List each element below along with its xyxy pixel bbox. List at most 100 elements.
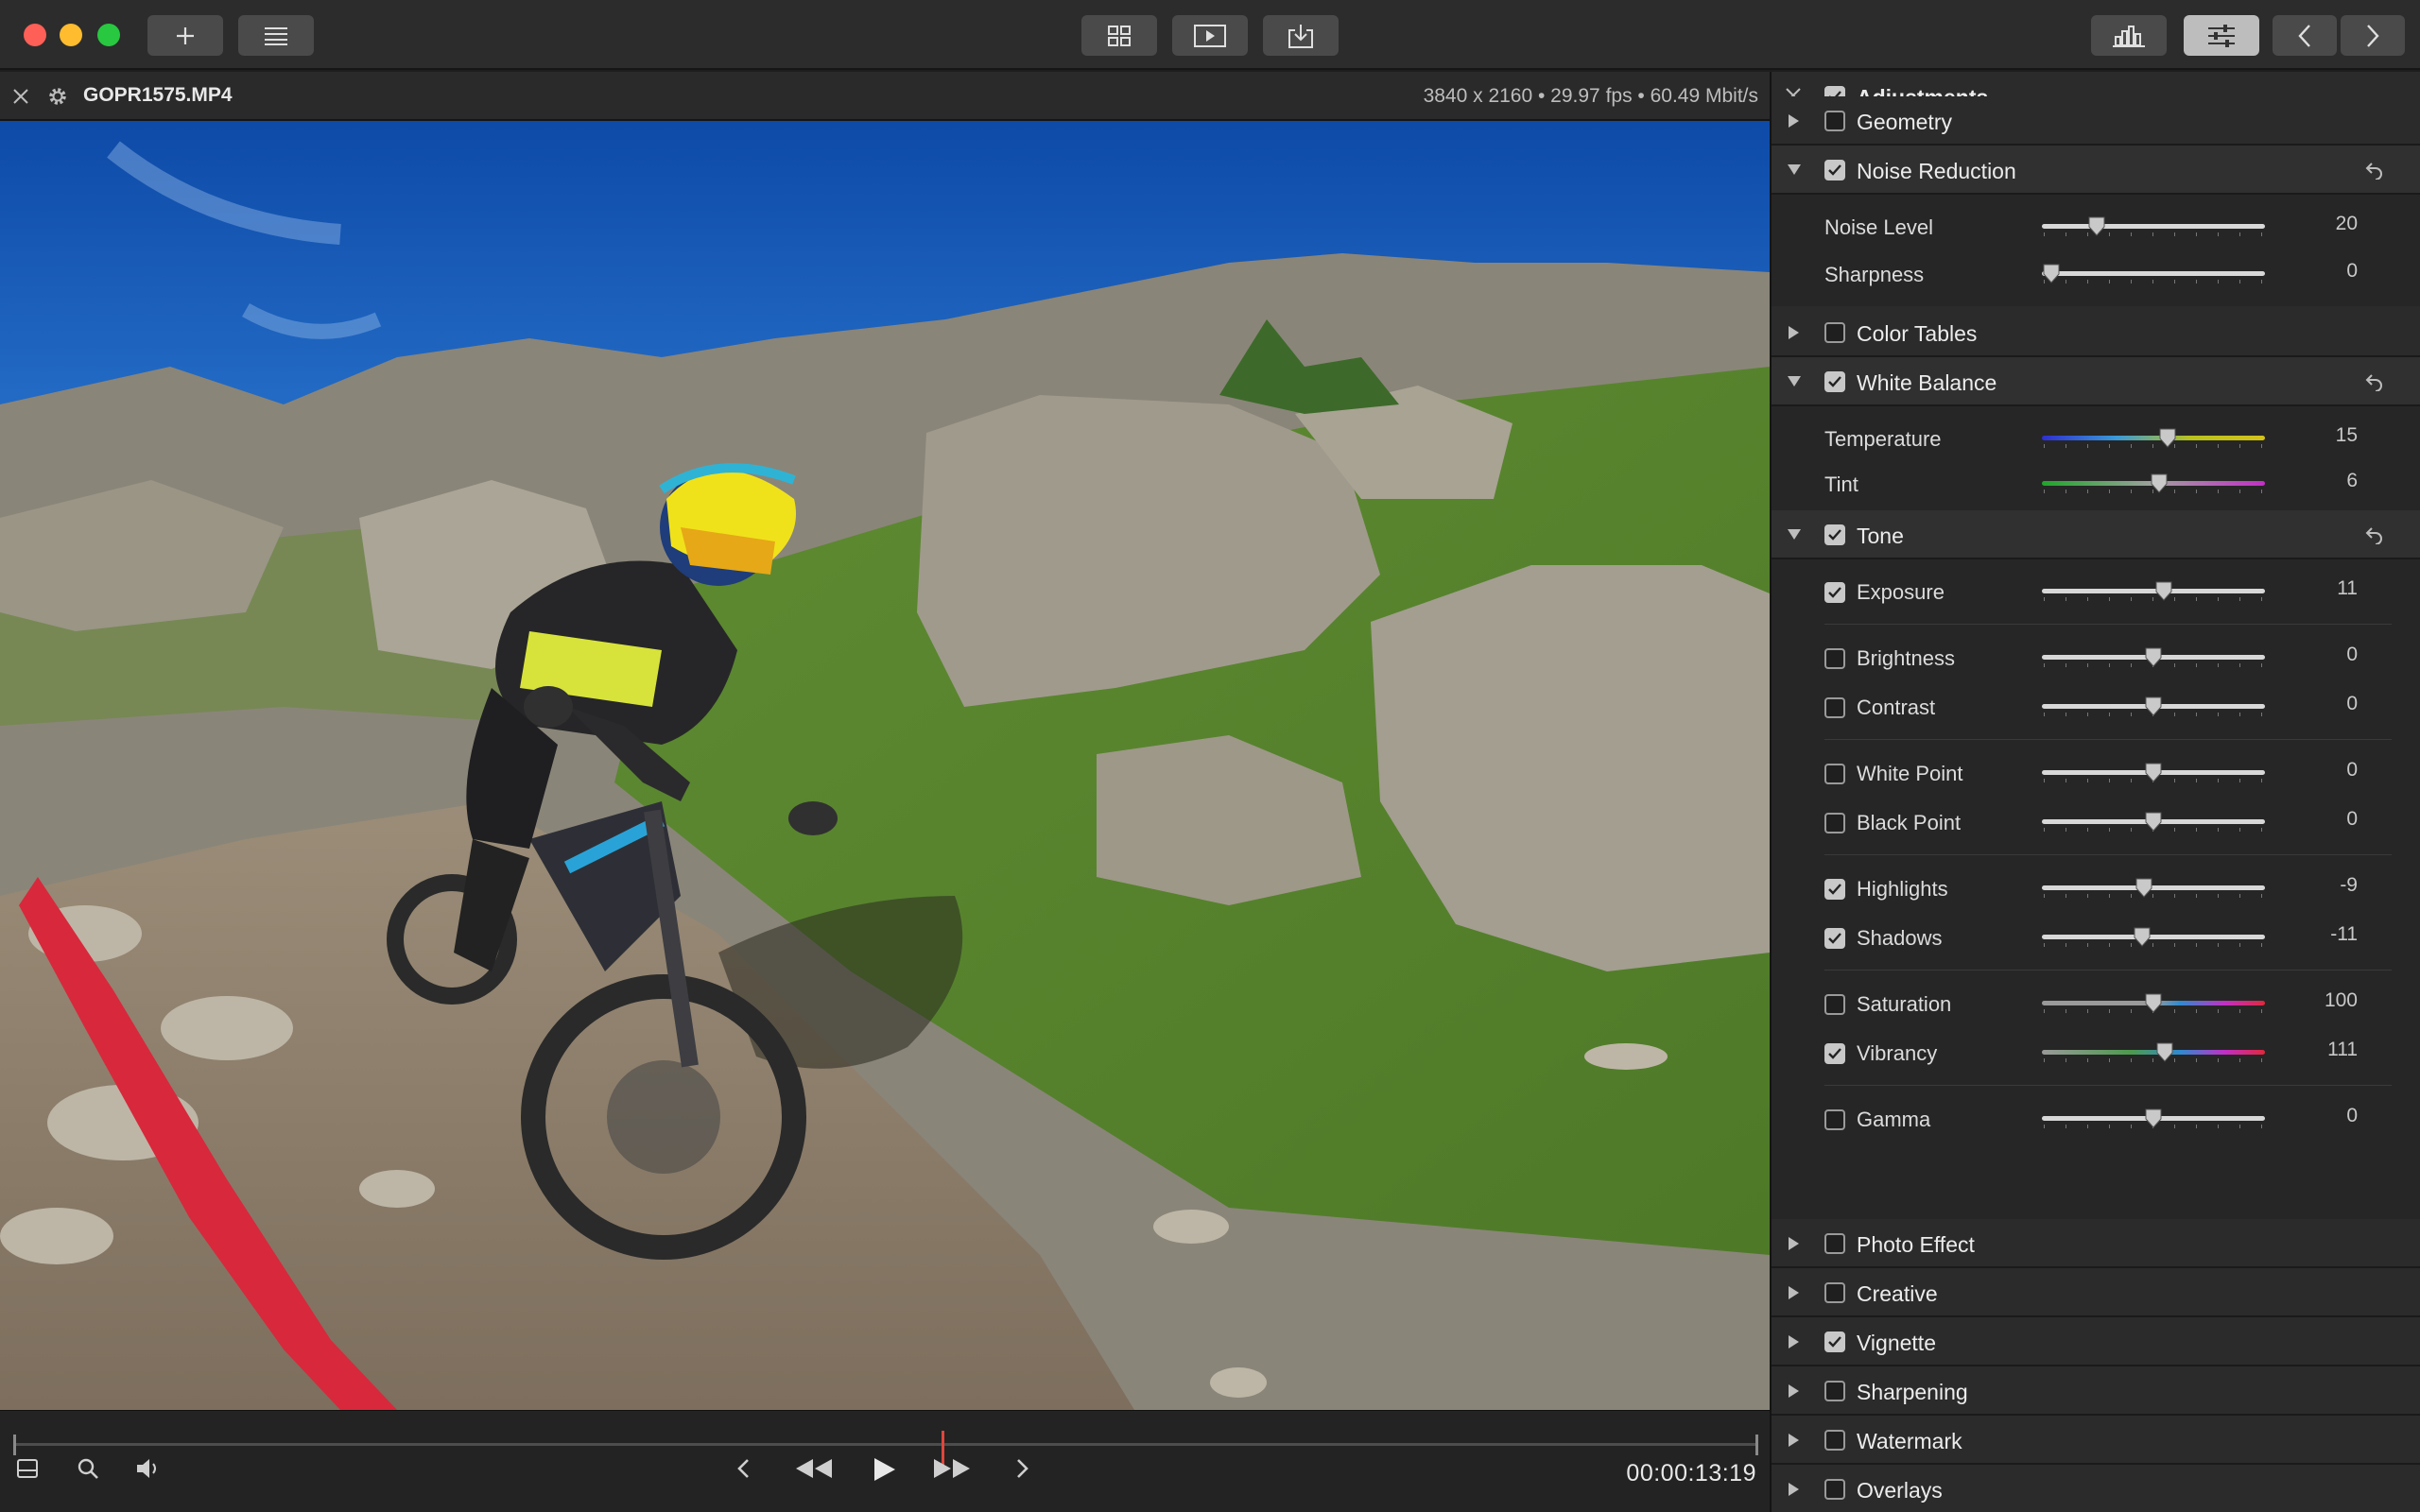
disclosure-down-icon[interactable] — [1787, 527, 1802, 541]
tint-slider[interactable] — [2042, 473, 2265, 497]
sharpening-checkbox[interactable] — [1824, 1381, 1845, 1401]
watermark-checkbox[interactable] — [1824, 1430, 1845, 1451]
slider-knob[interactable] — [2042, 263, 2061, 284]
disclosure-right-icon[interactable] — [1787, 1482, 1800, 1497]
video-preview[interactable] — [0, 121, 1770, 1410]
slider-knob[interactable] — [2155, 1041, 2174, 1062]
viewer-button[interactable] — [1172, 15, 1248, 56]
slider-knob[interactable] — [2144, 762, 2163, 782]
white-point-checkbox[interactable] — [1824, 764, 1845, 784]
disclosure-right-icon[interactable] — [1787, 1433, 1800, 1448]
geometry-checkbox[interactable] — [1824, 111, 1845, 131]
trim-end-handle[interactable] — [1755, 1435, 1758, 1455]
slider-knob[interactable] — [2144, 811, 2163, 832]
disclosure-right-icon[interactable] — [1787, 325, 1800, 340]
maximize-window-button[interactable] — [97, 24, 120, 46]
section-vignette[interactable]: Vignette — [1772, 1317, 2420, 1366]
play-button-icon[interactable] — [870, 1456, 898, 1483]
highlights-slider[interactable] — [2042, 878, 2265, 902]
saturation-slider[interactable] — [2042, 993, 2265, 1017]
vibrancy-slider[interactable] — [2042, 1042, 2265, 1066]
noise-reduction-checkbox[interactable] — [1824, 160, 1845, 180]
slider-knob[interactable] — [2144, 696, 2163, 716]
timeline-scrubber[interactable] — [13, 1431, 1758, 1465]
next-button[interactable] — [2341, 15, 2405, 56]
slider-knob[interactable] — [2133, 926, 2152, 947]
section-watermark[interactable]: Watermark — [1772, 1416, 2420, 1465]
highlights-checkbox[interactable] — [1824, 879, 1845, 900]
section-overlays[interactable]: Overlays — [1772, 1465, 2420, 1512]
import-button[interactable] — [1263, 15, 1339, 56]
disclosure-right-icon[interactable] — [1787, 1334, 1800, 1349]
rewind-icon[interactable] — [794, 1456, 834, 1481]
section-geometry[interactable]: Geometry — [1772, 96, 2420, 146]
next-frame-icon[interactable] — [1011, 1456, 1032, 1481]
tone-checkbox[interactable] — [1824, 524, 1845, 545]
slider-knob[interactable] — [2144, 1108, 2163, 1128]
white-point-slider[interactable] — [2042, 762, 2265, 786]
contrast-checkbox[interactable] — [1824, 697, 1845, 718]
temperature-slider[interactable] — [2042, 428, 2265, 452]
slider-knob[interactable] — [2158, 427, 2177, 448]
white-balance-checkbox[interactable] — [1824, 371, 1845, 392]
disclosure-right-icon[interactable] — [1787, 1383, 1800, 1399]
contrast-slider[interactable] — [2042, 696, 2265, 720]
section-photo-effect[interactable]: Photo Effect — [1772, 1219, 2420, 1268]
slider-knob[interactable] — [2154, 580, 2173, 601]
section-noise-reduction[interactable]: Noise Reduction — [1772, 146, 2420, 195]
minimize-window-button[interactable] — [60, 24, 82, 46]
grid-view-button[interactable] — [1081, 15, 1157, 56]
reset-icon[interactable] — [2365, 372, 2384, 391]
trim-start-handle[interactable] — [13, 1435, 16, 1455]
close-file-icon[interactable] — [11, 87, 30, 106]
previous-frame-icon[interactable] — [734, 1456, 754, 1481]
section-white-balance[interactable]: White Balance — [1772, 357, 2420, 406]
vignette-checkbox[interactable] — [1824, 1332, 1845, 1352]
close-window-button[interactable] — [24, 24, 46, 46]
gear-icon[interactable] — [45, 84, 70, 109]
creative-checkbox[interactable] — [1824, 1282, 1845, 1303]
slider-knob[interactable] — [2135, 877, 2153, 898]
shadows-checkbox[interactable] — [1824, 928, 1845, 949]
color-tables-checkbox[interactable] — [1824, 322, 1845, 343]
disclosure-down-icon[interactable] — [1787, 374, 1802, 387]
brightness-slider[interactable] — [2042, 647, 2265, 671]
section-tone[interactable]: Tone — [1772, 510, 2420, 559]
saturation-checkbox[interactable] — [1824, 994, 1845, 1015]
list-view-button[interactable] — [238, 15, 314, 56]
disclosure-down-icon[interactable] — [1787, 163, 1802, 176]
black-point-slider[interactable] — [2042, 812, 2265, 835]
add-button[interactable] — [147, 15, 223, 56]
exposure-checkbox[interactable] — [1824, 582, 1845, 603]
shadows-slider[interactable] — [2042, 927, 2265, 951]
noise-level-slider[interactable] — [2042, 216, 2265, 240]
slider-knob[interactable] — [2144, 646, 2163, 667]
gamma-slider[interactable] — [2042, 1108, 2265, 1132]
reset-icon[interactable] — [2365, 525, 2384, 544]
overlays-checkbox[interactable] — [1824, 1479, 1845, 1500]
black-point-checkbox[interactable] — [1824, 813, 1845, 833]
zoom-icon[interactable] — [76, 1456, 100, 1481]
reset-icon[interactable] — [2365, 161, 2384, 180]
slider-knob[interactable] — [2150, 472, 2169, 493]
sharpness-slider[interactable] — [2042, 263, 2265, 287]
gamma-checkbox[interactable] — [1824, 1109, 1845, 1130]
section-creative[interactable]: Creative — [1772, 1268, 2420, 1317]
section-color-tables[interactable]: Color Tables — [1772, 308, 2420, 357]
previous-button[interactable] — [2273, 15, 2337, 56]
volume-icon[interactable] — [134, 1456, 161, 1481]
disclosure-right-icon[interactable] — [1787, 1285, 1800, 1300]
disclosure-right-icon[interactable] — [1787, 1236, 1800, 1251]
histogram-button[interactable] — [2091, 15, 2167, 56]
brightness-checkbox[interactable] — [1824, 648, 1845, 669]
adjustments-button[interactable] — [2184, 15, 2259, 56]
photo-effect-checkbox[interactable] — [1824, 1233, 1845, 1254]
vibrancy-checkbox[interactable] — [1824, 1043, 1845, 1064]
disclosure-right-icon[interactable] — [1787, 113, 1800, 129]
slider-knob[interactable] — [2087, 215, 2106, 236]
fast-forward-icon[interactable] — [932, 1456, 972, 1481]
exposure-slider[interactable] — [2042, 581, 2265, 605]
slider-knob[interactable] — [2144, 992, 2163, 1013]
section-sharpening[interactable]: Sharpening — [1772, 1366, 2420, 1416]
clip-icon[interactable] — [15, 1456, 40, 1481]
